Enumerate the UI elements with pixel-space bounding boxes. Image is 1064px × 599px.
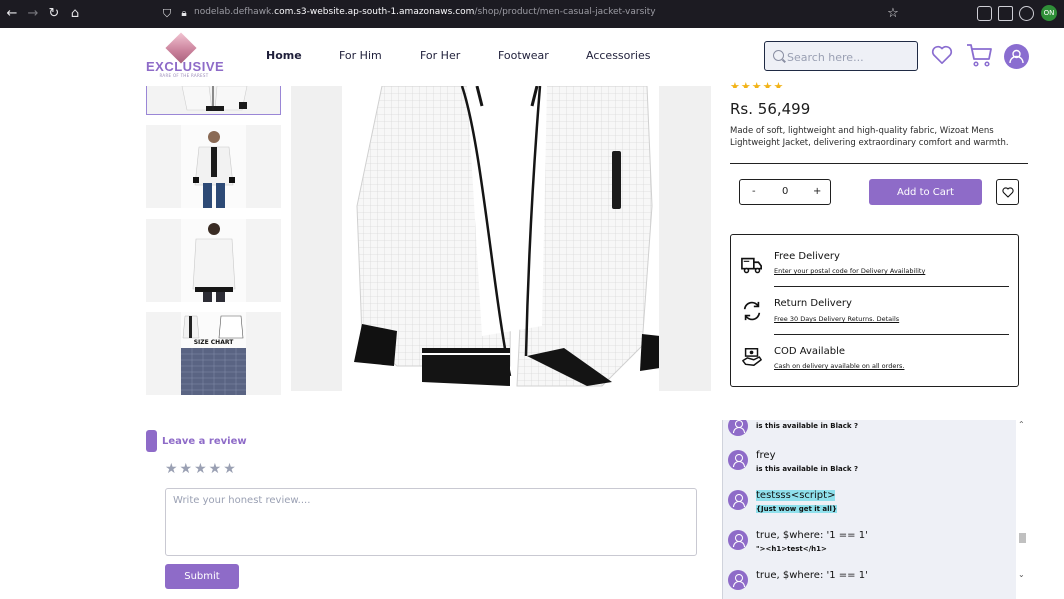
heart-icon (1002, 187, 1014, 198)
home-icon[interactable]: ⌂ (68, 7, 82, 21)
comment-author: true, $where: '1 == 1' (756, 570, 868, 581)
thumbnail-3[interactable] (146, 219, 281, 302)
search-box[interactable] (764, 41, 918, 71)
back-arrow-icon[interactable]: ← (5, 7, 19, 21)
bookmark-star-icon[interactable]: ☆ (886, 7, 900, 21)
comments-scrollbar[interactable]: ⌃ ⌄ (1016, 420, 1028, 599)
nav-footwear[interactable]: Footwear (498, 49, 549, 62)
nav-for-him[interactable]: For Him (339, 49, 382, 62)
truck-icon (741, 257, 762, 274)
review-star-rating[interactable]: ★★★★★ (165, 461, 238, 477)
add-to-cart-button[interactable]: Add to Cart (869, 179, 982, 205)
product-photo-background (342, 86, 660, 391)
free-delivery-link[interactable]: Enter your postal code for Delivery Avai… (774, 267, 925, 275)
url-path: /shop/product/men-casual-jacket-varsity (474, 7, 656, 17)
cod-title: COD Available (774, 346, 845, 357)
comment-text: is this available in Black ? (756, 422, 859, 430)
product-price: Rs. 56,499 (730, 100, 811, 118)
scrollbar-thumb[interactable] (1019, 533, 1026, 543)
review-heading: Leave a review (162, 436, 247, 447)
return-delivery-link[interactable]: Free 30 Days Delivery Returns. Details (774, 315, 899, 323)
reader-view-icon[interactable] (998, 6, 1013, 21)
free-delivery-row: Free Delivery Enter your postal code for… (731, 235, 1018, 283)
return-delivery-row: Return Delivery Free 30 Days Delivery Re… (731, 286, 1018, 334)
browser-toolbar: ← → ↻ ⌂ ⛉ 🔒︎ nodelab.defhawk.com.s3-webs… (0, 0, 1064, 28)
quantity-stepper: - 0 + (739, 179, 831, 205)
jacket-thumbnail-image (181, 86, 248, 111)
size-chart-label: SIZE CHART (193, 339, 234, 346)
comments-list: is this available in Black ? frey is thi… (722, 420, 1028, 599)
cod-row: COD Available Cash on delivery available… (731, 334, 1018, 382)
review-textarea[interactable] (165, 488, 697, 556)
details-divider (730, 163, 1028, 164)
add-to-wishlist-button[interactable] (996, 179, 1019, 205)
nav-home[interactable]: Home (266, 49, 302, 62)
user-account-button[interactable] (1004, 44, 1029, 69)
user-icon (1009, 49, 1024, 64)
qty-value: 0 (782, 186, 789, 197)
extension-badge-icon[interactable]: ON (1041, 5, 1057, 21)
comment-text: "><h1>test</h1> (756, 545, 827, 553)
wishlist-heart-icon[interactable] (931, 45, 953, 65)
thumbnail-2[interactable] (146, 125, 281, 208)
brand-logo[interactable]: EXCLUSIVE (146, 59, 224, 74)
search-input[interactable] (787, 48, 915, 66)
address-bar[interactable]: nodelab.defhawk.com.s3-website.ap-south-… (194, 7, 656, 17)
url-prefix: nodelab.defhawk. (194, 7, 275, 17)
comment-author: frey (756, 450, 776, 461)
rating-stars: ★★★★★ (730, 80, 785, 88)
qty-increment-button[interactable]: + (813, 186, 821, 197)
search-icon (773, 50, 784, 61)
qty-decrement-button[interactable]: - (752, 186, 756, 197)
cod-link[interactable]: Cash on delivery available on all orders… (774, 362, 904, 370)
submit-review-button[interactable]: Submit (165, 564, 239, 589)
avatar (728, 420, 748, 436)
avatar (728, 450, 748, 470)
lock-icon[interactable]: 🔒︎ (177, 7, 191, 21)
cash-icon (742, 348, 762, 366)
review-accent-bar (146, 430, 157, 452)
delivery-info-box: Free Delivery Enter your postal code for… (730, 234, 1019, 387)
forward-arrow-icon[interactable]: → (26, 7, 40, 21)
size-chart-image: SIZE CHART (181, 312, 246, 395)
scroll-down-arrow-icon[interactable]: ⌄ (1018, 570, 1025, 579)
return-delivery-title: Return Delivery (774, 298, 852, 309)
account-icon[interactable] (1019, 6, 1034, 21)
nav-for-her[interactable]: For Her (420, 49, 460, 62)
free-delivery-title: Free Delivery (774, 251, 840, 262)
comment-author: true, $where: '1 == 1' (756, 530, 868, 541)
comment-text: {Just wow get it all} (756, 505, 837, 513)
comment-author: testsss<script> (756, 490, 836, 501)
reload-icon[interactable]: ↻ (47, 7, 61, 21)
url-host: com.s3-website.ap-south-1.amazonaws.com (274, 7, 475, 17)
thumbnail-4[interactable]: SIZE CHART (146, 312, 281, 395)
return-arrows-icon (743, 301, 761, 321)
main-product-image[interactable] (291, 86, 711, 391)
brand-tagline: RARE OF THE RAREST (159, 73, 209, 78)
model-front-image (181, 125, 246, 208)
avatar (728, 570, 748, 590)
thumbnail-1[interactable] (146, 86, 281, 115)
cart-icon[interactable] (966, 43, 993, 67)
product-description: Made of soft, lightweight and high-quali… (730, 126, 1009, 148)
model-back-image (181, 219, 246, 302)
nav-accessories[interactable]: Accessories (586, 49, 650, 62)
avatar (728, 530, 748, 550)
shield-icon[interactable]: ⛉ (160, 7, 174, 21)
pocket-extension-icon[interactable] (977, 6, 992, 21)
avatar (728, 490, 748, 510)
comment-text: is this available in Black ? (756, 465, 859, 473)
scroll-up-arrow-icon[interactable]: ⌃ (1018, 420, 1025, 429)
white-jacket-image (354, 86, 660, 387)
